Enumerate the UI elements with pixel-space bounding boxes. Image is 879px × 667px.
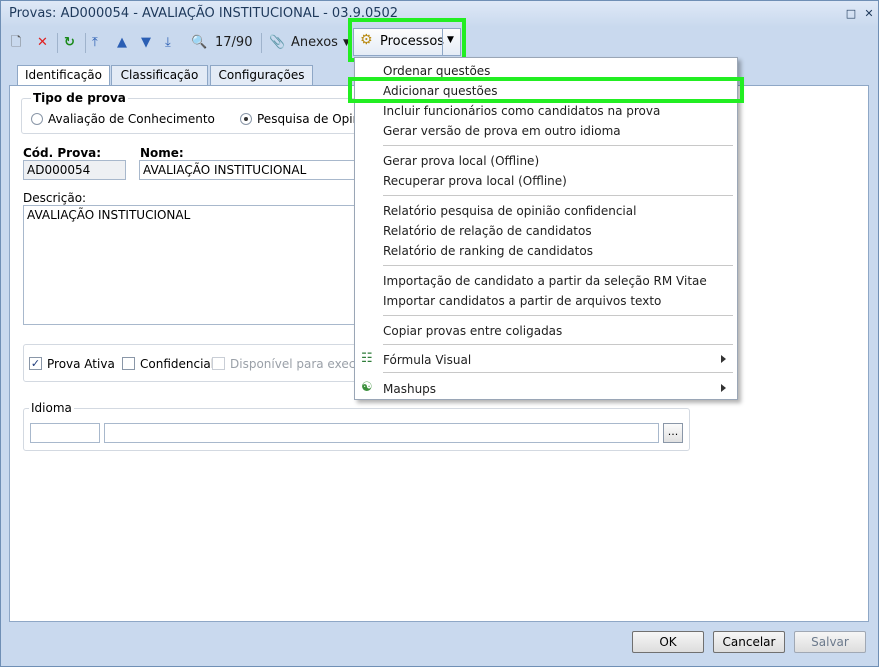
menu-item-gerar-offline[interactable]: Gerar prova local (Offline) xyxy=(383,154,539,168)
previous-record-icon[interactable]: ▲ xyxy=(117,32,127,54)
menu-divider xyxy=(383,372,733,373)
cancel-button[interactable]: Cancelar xyxy=(713,631,785,653)
confidencial-checkbox[interactable] xyxy=(122,357,135,370)
submenu-arrow-icon xyxy=(721,355,726,363)
menu-item-ordenar[interactable]: Ordenar questões xyxy=(383,64,490,78)
prova-ativa-checkbox[interactable]: ✓ xyxy=(29,357,42,370)
toolbar-divider xyxy=(57,33,58,53)
menu-item-formula-visual[interactable]: Fórmula Visual xyxy=(383,353,471,367)
menu-divider xyxy=(383,265,733,266)
menu-item-mashups[interactable]: Mashups xyxy=(383,382,436,396)
submenu-arrow-icon xyxy=(721,384,726,392)
cod-prova-field[interactable]: AD000054 xyxy=(23,160,126,180)
formula-visual-icon: ☷ xyxy=(361,351,373,366)
first-record-icon[interactable]: ⤒ xyxy=(92,32,98,54)
menu-item-importar-texto[interactable]: Importar candidatos a partir de arquivos… xyxy=(383,294,661,308)
toolbar-divider xyxy=(85,33,86,53)
menu-item-importacao-vitae[interactable]: Importação de candidato a partir da sele… xyxy=(383,274,707,288)
menu-divider xyxy=(383,315,733,316)
save-button[interactable]: Salvar xyxy=(794,631,866,653)
radio-conhecimento[interactable] xyxy=(31,113,43,125)
processos-menu: Ordenar questões Adicionar questões Incl… xyxy=(354,57,738,400)
menu-item-incluir[interactable]: Incluir funcionários como candidatos na … xyxy=(383,104,660,118)
menu-item-relatorio-ranking[interactable]: Relatório de ranking de candidatos xyxy=(383,244,593,258)
disponivel-checkbox[interactable] xyxy=(212,357,225,370)
descricao-label: Descrição: xyxy=(23,191,87,205)
ok-button[interactable]: OK xyxy=(632,631,704,653)
window-title: Provas: AD000054 - AVALIAÇÃO INSTITUCION… xyxy=(9,6,399,21)
menu-divider xyxy=(383,145,733,146)
cod-prova-label: Cód. Prova: xyxy=(23,146,102,160)
menu-divider xyxy=(383,344,733,345)
highlight-adicionar xyxy=(348,77,744,103)
delete-icon[interactable]: ✕ xyxy=(37,32,48,54)
mashups-icon: ☯ xyxy=(361,380,373,395)
radio-conhecimento-label: Avaliação de Conhecimento xyxy=(48,112,215,126)
anexos-button[interactable]: Anexos xyxy=(291,32,338,54)
nome-field[interactable]: AVALIAÇÃO INSTITUCIONAL xyxy=(139,160,359,180)
highlight-processos xyxy=(348,18,466,62)
restore-icon[interactable]: □ xyxy=(844,7,858,21)
last-record-icon[interactable]: ⤓ xyxy=(165,32,171,54)
close-icon[interactable]: ✕ xyxy=(862,7,876,21)
tab-configuracoes[interactable]: Configurações xyxy=(210,65,313,86)
main-window: Provas: AD000054 - AVALIAÇÃO INSTITUCION… xyxy=(0,0,879,667)
prova-ativa-label: Prova Ativa xyxy=(47,357,115,371)
idioma-label: Idioma xyxy=(29,401,74,415)
tab-classificacao[interactable]: Classificação xyxy=(111,65,208,86)
refresh-icon[interactable]: ↻ xyxy=(64,32,75,54)
next-record-icon[interactable]: ▼ xyxy=(141,32,151,54)
menu-item-recuperar-offline[interactable]: Recuperar prova local (Offline) xyxy=(383,174,567,188)
idioma-browse-button[interactable]: ... xyxy=(663,423,683,443)
radio-pesquisa[interactable] xyxy=(240,113,252,125)
idioma-name-field[interactable] xyxy=(104,423,659,443)
menu-item-relatorio-relacao[interactable]: Relatório de relação de candidatos xyxy=(383,224,592,238)
menu-divider xyxy=(383,195,733,196)
descricao-field[interactable]: AVALIAÇÃO INSTITUCIONAL xyxy=(23,205,363,325)
nome-label: Nome: xyxy=(140,146,184,160)
menu-item-relatorio-pesquisa[interactable]: Relatório pesquisa de opinião confidenci… xyxy=(383,204,636,218)
menu-item-copiar-provas[interactable]: Copiar provas entre coligadas xyxy=(383,324,562,338)
binoculars-icon[interactable]: 🔍 xyxy=(191,32,207,54)
toolbar-divider xyxy=(261,33,262,53)
new-icon[interactable]: 🗋 xyxy=(11,32,21,54)
menu-item-gerar-versao[interactable]: Gerar versão de prova em outro idioma xyxy=(383,124,621,138)
confidencial-label: Confidencial xyxy=(140,357,215,371)
tab-identificacao[interactable]: Identificação xyxy=(17,65,110,87)
paperclip-icon[interactable]: 📎 xyxy=(269,32,285,54)
record-counter: 17/90 xyxy=(215,35,253,50)
idioma-code-field[interactable] xyxy=(30,423,100,443)
tipo-prova-label: Tipo de prova xyxy=(31,91,128,105)
